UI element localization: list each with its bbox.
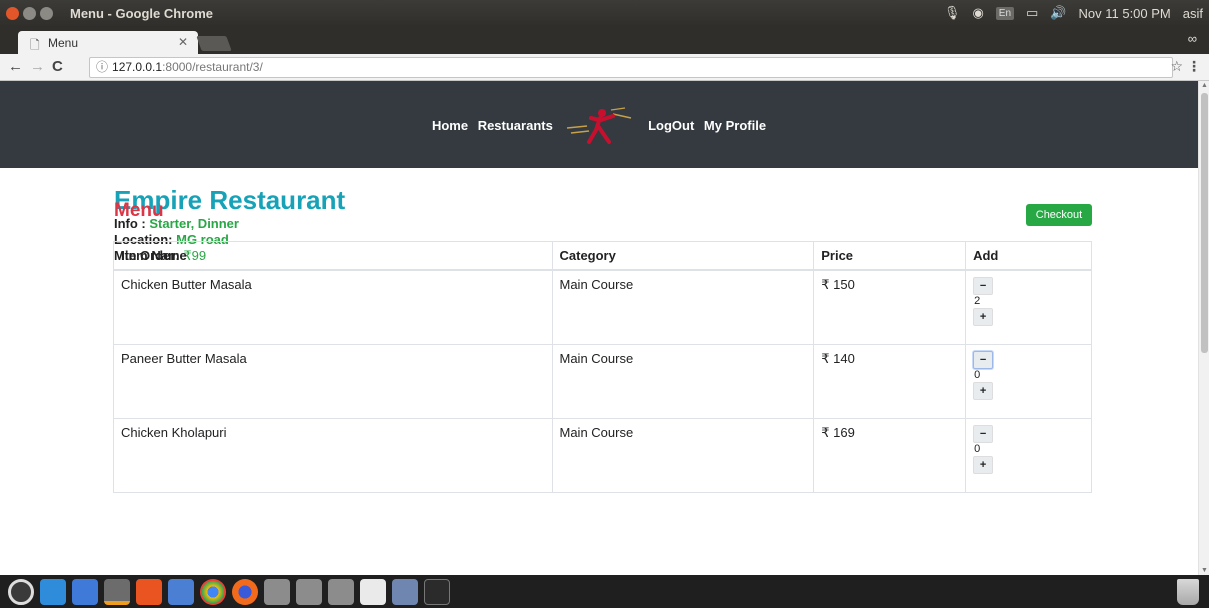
checkout-button[interactable]: Checkout	[1026, 204, 1092, 226]
add-cell: − 2 +	[965, 269, 1092, 345]
drive-icon[interactable]	[264, 578, 290, 605]
column-header: Add	[965, 241, 1092, 271]
os-dock	[0, 575, 1209, 608]
finder-icon[interactable]	[40, 578, 66, 605]
browser-tab-strip: 🗋 Menu ✕ ∞	[0, 27, 1209, 54]
scroll-down-arrow-icon[interactable]: ▼	[1201, 567, 1208, 574]
quantity-value: 0	[974, 368, 981, 381]
category-cell: Main Course	[551, 417, 815, 493]
decrease-quantity-button[interactable]: −	[973, 350, 994, 369]
keyboard-layout-indicator[interactable]: En	[995, 6, 1015, 20]
bookmark-star-icon[interactable]: ☆	[1170, 58, 1183, 75]
decrease-quantity-button[interactable]: −	[973, 277, 994, 295]
new-tab-button[interactable]	[196, 36, 232, 51]
tab-label: Menu	[48, 36, 79, 50]
dash-icon[interactable]	[8, 578, 34, 605]
column-header: Item Name	[113, 241, 553, 271]
scroll-up-arrow-icon[interactable]: ▲	[1201, 82, 1208, 89]
page-scrollbar[interactable]: ▲ ▼	[1198, 81, 1209, 575]
trash-icon[interactable]	[1177, 579, 1199, 605]
window-controls	[6, 7, 53, 20]
add-cell: − 0 +	[965, 417, 1092, 493]
drive-icon[interactable]	[296, 578, 322, 605]
price-cell: ₹ 150	[813, 269, 967, 345]
site-navbar: Home Restuarants LogOut My Profile	[0, 81, 1198, 168]
column-header: Price	[813, 241, 967, 271]
item-name-cell: Chicken Butter Masala	[113, 269, 553, 345]
battery-icon[interactable]: ▭	[1026, 5, 1038, 21]
tab-menu[interactable]: 🗋 Menu ✕	[18, 31, 198, 54]
terminal-icon[interactable]	[424, 578, 450, 605]
nav-links: Home Restuarants LogOut My Profile	[0, 107, 1198, 144]
window-title: Menu - Google Chrome	[70, 6, 213, 21]
table-row: Chicken Kholapuri Main Course ₹ 169 − 0 …	[113, 417, 1092, 493]
folder-icon[interactable]	[168, 578, 194, 605]
text-editor-icon[interactable]	[360, 578, 386, 605]
table-header-row: Item Name Category Price Add	[113, 241, 1092, 271]
system-tray: 🎙 ◉ En ▭ 🔊 Nov 11 5:00 PM asif	[944, 5, 1203, 21]
table-row: Chicken Butter Masala Main Course ₹ 150 …	[113, 269, 1092, 345]
reload-icon[interactable]: C	[52, 58, 63, 75]
delivery-logo-icon[interactable]	[563, 106, 637, 146]
ubuntu-software-icon[interactable]	[136, 578, 162, 605]
os-top-bar: Menu - Google Chrome 🎙 ◉ En ▭ 🔊 Nov 11 5…	[0, 0, 1209, 27]
chrome-icon[interactable]	[200, 578, 226, 605]
url-input[interactable]: ⓘ 127.0.0.1:8000/restaurant/3/	[89, 57, 1173, 78]
nav-profile-link[interactable]: My Profile	[704, 118, 766, 133]
scroll-thumb[interactable]	[1201, 93, 1208, 353]
incognito-icon[interactable]: ∞	[1188, 31, 1197, 46]
increase-quantity-button[interactable]: +	[973, 455, 994, 474]
sublime-icon[interactable]	[104, 578, 130, 605]
firefox-icon[interactable]	[232, 578, 258, 605]
increase-quantity-button[interactable]: +	[973, 308, 994, 326]
increase-quantity-button[interactable]: +	[973, 381, 994, 400]
user-menu[interactable]: asif	[1183, 6, 1203, 21]
quantity-value: 0	[974, 442, 981, 455]
address-toolbar: ← → C ⓘ 127.0.0.1:8000/restaurant/3/ ☆ ⋮	[0, 54, 1209, 81]
browser-menu-icon[interactable]: ⋮	[1187, 58, 1201, 75]
maximize-window-button[interactable]	[40, 7, 53, 20]
url-host: 127.0.0.1	[112, 60, 163, 74]
info-icon[interactable]: ⓘ	[96, 60, 108, 74]
microphone-icon[interactable]: 🎙	[944, 5, 961, 21]
clock[interactable]: Nov 11 5:00 PM	[1079, 6, 1171, 21]
drive-icon[interactable]	[328, 578, 354, 605]
url-path: :8000/restaurant/3/	[162, 60, 263, 74]
decrease-quantity-button[interactable]: −	[973, 424, 994, 443]
table-row: Paneer Butter Masala Main Course ₹ 140 −…	[113, 343, 1092, 419]
close-window-button[interactable]	[6, 7, 19, 20]
nav-home-link[interactable]: Home	[432, 118, 468, 133]
forward-arrow-icon[interactable]: →	[30, 58, 45, 75]
item-name-cell: Chicken Kholapuri	[113, 417, 553, 493]
category-cell: Main Course	[551, 269, 815, 345]
minimize-window-button[interactable]	[23, 7, 36, 20]
tab-close-icon[interactable]: ✕	[178, 35, 188, 49]
item-name-cell: Paneer Butter Masala	[113, 343, 553, 419]
nav-logout-link[interactable]: LogOut	[648, 118, 694, 133]
menu-table: Item Name Category Price Add Chicken But…	[113, 241, 1092, 493]
wifi-icon[interactable]: ◉	[972, 5, 983, 21]
back-arrow-icon[interactable]: ←	[8, 58, 23, 75]
price-cell: ₹ 169	[813, 417, 967, 493]
volume-icon[interactable]: 🔊	[1050, 5, 1066, 21]
quantity-value: 2	[974, 295, 981, 307]
nav-restaurants-link[interactable]: Restuarants	[478, 118, 553, 133]
category-cell: Main Course	[551, 343, 815, 419]
files-icon[interactable]	[72, 578, 98, 605]
column-header: Category	[551, 241, 815, 271]
screenshot-icon[interactable]	[392, 578, 418, 605]
add-cell: − 0 +	[965, 343, 1092, 419]
price-cell: ₹ 140	[813, 343, 967, 419]
menu-heading: Menu	[114, 200, 164, 221]
